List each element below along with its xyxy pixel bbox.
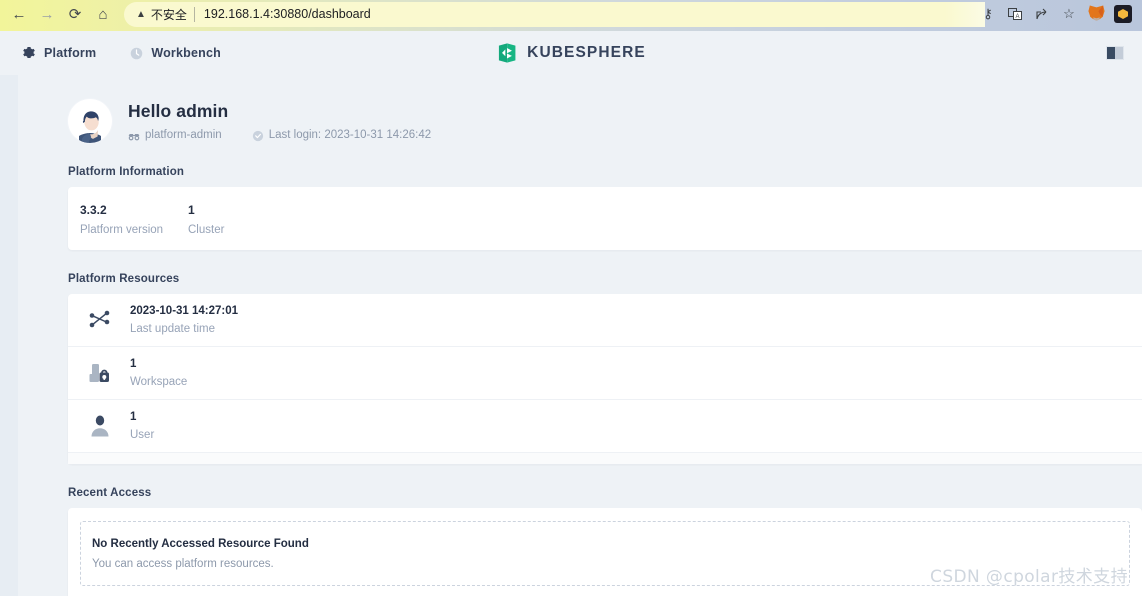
forward-arrow-icon[interactable]: → bbox=[34, 1, 60, 27]
platform-information-title: Platform Information bbox=[68, 166, 185, 178]
user-role-label: platform-admin bbox=[145, 129, 222, 141]
greeting-title: Hello admin bbox=[128, 101, 229, 121]
resource-workspace-value: 1 bbox=[130, 358, 137, 370]
resource-last-update-label: Last update time bbox=[130, 323, 216, 335]
resource-workspace-text: 1 Workspace bbox=[130, 358, 187, 388]
cluster-count-item: 1 Cluster bbox=[188, 203, 296, 236]
kubesphere-app: Platform Workbench KUBESPHERE Hello admi… bbox=[0, 31, 1142, 596]
role-icon bbox=[128, 129, 140, 141]
nav-item-platform-label: Platform bbox=[44, 46, 97, 60]
app-header: Platform Workbench KUBESPHERE bbox=[0, 31, 1142, 75]
recent-access-empty-title: No Recently Accessed Resource Found bbox=[92, 538, 309, 550]
platform-information-card: 3.3.2 Platform version 1 Cluster bbox=[68, 187, 1142, 250]
wallet-extension-icon[interactable] bbox=[1111, 2, 1135, 26]
nav-item-platform[interactable]: Platform bbox=[22, 46, 96, 60]
kubesphere-logo-icon bbox=[496, 42, 518, 64]
bookmark-star-icon[interactable]: ☆ bbox=[1057, 2, 1081, 26]
platform-resources-card-footer bbox=[68, 453, 1142, 464]
omnibox-divider bbox=[193, 6, 195, 22]
key-icon[interactable]: ⚷ bbox=[976, 2, 1000, 26]
clock-icon bbox=[130, 47, 143, 60]
clock-check-icon bbox=[252, 129, 264, 142]
back-arrow-icon[interactable]: ← bbox=[6, 1, 32, 27]
network-share-icon bbox=[86, 305, 114, 335]
resource-last-update-value: 2023-10-31 14:27:01 bbox=[130, 305, 239, 317]
user-last-login: Last login: 2023-10-31 14:26:42 bbox=[252, 129, 432, 142]
resource-user-label: User bbox=[130, 429, 155, 441]
cluster-count-value: 1 bbox=[188, 203, 195, 217]
home-icon[interactable]: ⌂ bbox=[90, 1, 116, 27]
reload-icon[interactable]: ⟳ bbox=[62, 1, 88, 27]
user-last-login-label: Last login: 2023-10-31 14:26:42 bbox=[268, 129, 432, 141]
svg-text:A: A bbox=[1015, 14, 1019, 20]
security-warning-label: 不安全 bbox=[150, 7, 187, 22]
cluster-count-label: Cluster bbox=[188, 224, 225, 236]
warning-triangle-icon: ▲ bbox=[136, 8, 146, 20]
platform-resources-title: Platform Resources bbox=[68, 273, 180, 285]
address-bar[interactable]: ▲ 不安全 192.168.1.4:30880/dashboard bbox=[124, 1, 985, 27]
user-avatar-icon bbox=[68, 99, 112, 143]
resource-user-value: 1 bbox=[130, 411, 137, 423]
layout-panel-toggle[interactable] bbox=[1106, 46, 1124, 60]
resource-row-user[interactable]: 1 User bbox=[68, 400, 1142, 453]
browser-nav-buttons: ← → ⟳ ⌂ bbox=[0, 1, 116, 27]
user-icon bbox=[86, 411, 114, 441]
platform-version-item: 3.3.2 Platform version bbox=[80, 203, 188, 236]
browser-chrome: ← → ⟳ ⌂ ▲ 不安全 192.168.1.4:30880/dashboar… bbox=[0, 0, 1142, 31]
nav-item-workbench-label: Workbench bbox=[151, 46, 221, 60]
watermark: CSDN @cpolar技术支持 bbox=[930, 567, 1128, 587]
dashboard-content: Hello admin platform-admin Last login: 2… bbox=[18, 75, 1142, 596]
brand: KUBESPHERE bbox=[496, 42, 646, 64]
browser-toolbar-icons: ⚷ A ☆ bbox=[976, 0, 1142, 28]
nav-item-workbench[interactable]: Workbench bbox=[130, 46, 221, 60]
left-rail bbox=[0, 75, 18, 596]
resource-workspace-label: Workspace bbox=[130, 376, 188, 388]
header-nav: Platform Workbench bbox=[0, 46, 255, 60]
user-role: platform-admin bbox=[128, 129, 222, 141]
brand-label: KUBESPHERE bbox=[527, 44, 646, 61]
layout-panel-icon bbox=[1106, 46, 1124, 60]
platform-resources-card: 2023-10-31 14:27:01 Last update time 1 W… bbox=[68, 294, 1142, 464]
gear-icon bbox=[22, 46, 36, 60]
translate-icon[interactable]: A bbox=[1003, 2, 1027, 26]
resource-last-update-text: 2023-10-31 14:27:01 Last update time bbox=[130, 305, 238, 335]
resource-row-workspace[interactable]: 1 Workspace bbox=[68, 347, 1142, 400]
resource-user-text: 1 User bbox=[130, 411, 154, 441]
resource-row-last-update[interactable]: 2023-10-31 14:27:01 Last update time bbox=[68, 294, 1142, 347]
metamask-extension-icon[interactable] bbox=[1084, 2, 1108, 26]
recent-access-title: Recent Access bbox=[68, 487, 152, 499]
share-icon[interactable] bbox=[1030, 2, 1054, 26]
user-banner: Hello admin platform-admin Last login: 2… bbox=[18, 75, 1142, 143]
user-meta: Hello admin platform-admin Last login: 2… bbox=[128, 101, 432, 142]
platform-version-label: Platform version bbox=[80, 224, 164, 236]
workspace-lock-icon bbox=[86, 358, 114, 388]
platform-version-value: 3.3.2 bbox=[80, 203, 107, 217]
url-text: 192.168.1.4:30880/dashboard bbox=[203, 7, 371, 21]
